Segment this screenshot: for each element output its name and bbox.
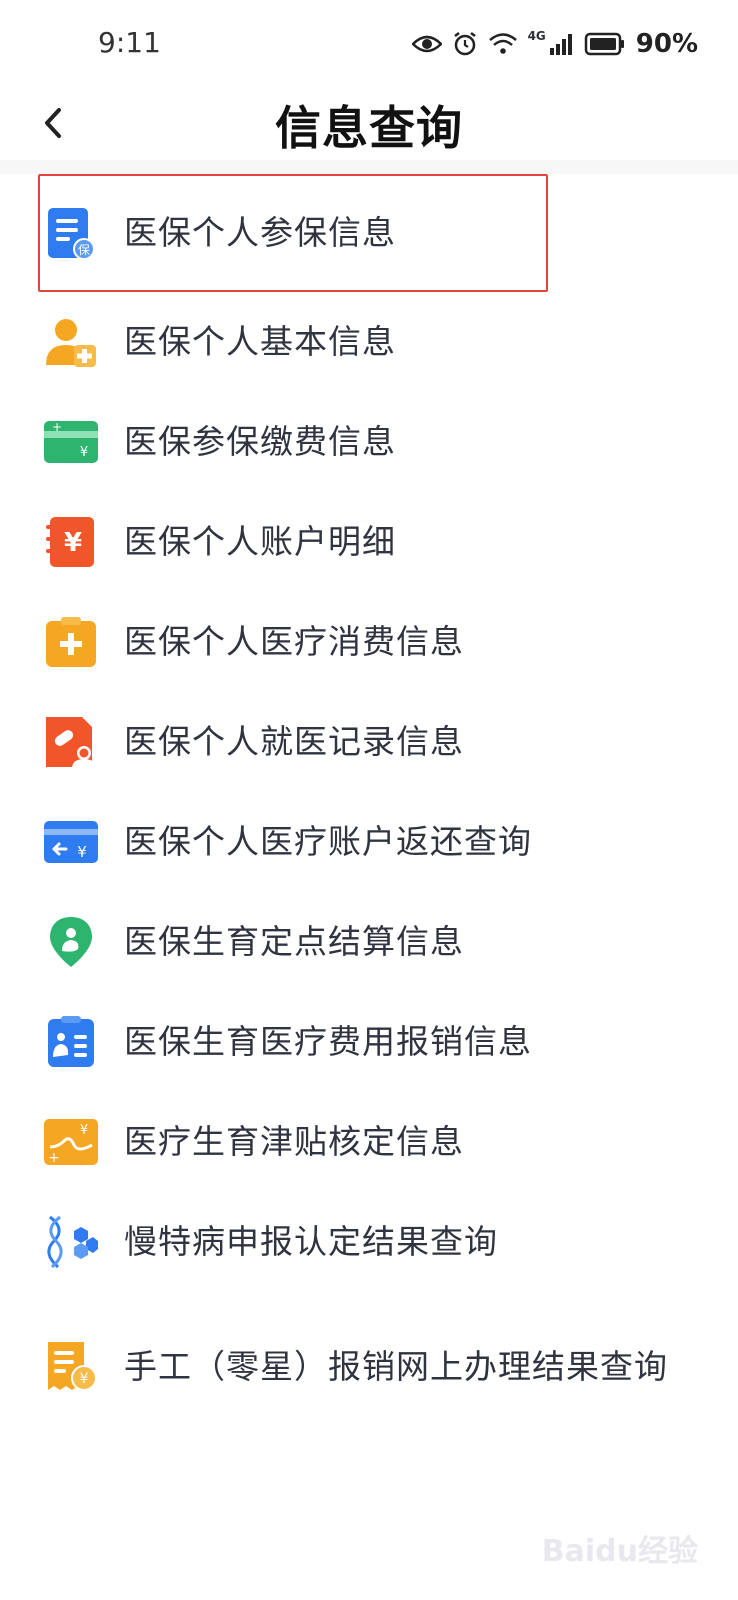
list-item-basic-info[interactable]: 医保个人基本信息 <box>0 292 738 392</box>
status-time: 9:11 <box>98 26 161 59</box>
list-item-maternity-settlement[interactable]: 医保生育定点结算信息 <box>0 892 738 992</box>
item-label: 医疗生育津贴核定信息 <box>124 1122 464 1161</box>
item-label: 医保个人账户明细 <box>124 522 396 561</box>
medical-record-icon <box>46 717 96 769</box>
status-icons: 4G 90% <box>411 24 698 64</box>
maternity-location-icon <box>50 917 92 967</box>
item-label: 医保个人医疗消费信息 <box>124 622 464 661</box>
item-label: 医保生育定点结算信息 <box>124 922 464 961</box>
header: 信息查询 <box>0 88 738 160</box>
network-label: 4G <box>527 29 546 43</box>
receipt-yuan-icon: ¥ <box>48 1342 97 1391</box>
svg-text:¥: ¥ <box>64 528 82 558</box>
list-item-refund-query[interactable]: ¥ 医保个人医疗账户返还查询 <box>0 792 738 892</box>
list-item-manual-reimbursement-query[interactable]: ¥ 手工（零星）报销网上办理结果查询 <box>0 1292 738 1442</box>
svg-text:+: + <box>48 1150 60 1166</box>
list-item-maternity-reimbursement[interactable]: 医保生育医疗费用报销信息 <box>0 992 738 1092</box>
query-list: 保 医保个人参保信息 医保个人基本信息 + ¥ 医保参保缴费信息 ¥ 医保个人账户… <box>0 174 738 1442</box>
refund-card-icon: ¥ <box>44 821 98 863</box>
dna-icon <box>47 1215 98 1269</box>
maternity-clipboard-icon <box>48 1016 94 1067</box>
svg-text:¥: ¥ <box>77 843 87 861</box>
list-item-account-detail[interactable]: ¥ 医保个人账户明细 <box>0 492 738 592</box>
insurance-doc-icon: 保 <box>48 208 95 260</box>
item-label: 医保个人医疗账户返还查询 <box>124 822 532 861</box>
list-item-payment-info[interactable]: + ¥ 医保参保缴费信息 <box>0 392 738 492</box>
svg-text:¥: ¥ <box>80 1123 88 1138</box>
svg-text:¥: ¥ <box>80 445 88 460</box>
list-item-visit-records[interactable]: 医保个人就医记录信息 <box>0 692 738 792</box>
item-label: 医保个人就医记录信息 <box>124 722 464 761</box>
allowance-chart-icon: ¥+ <box>44 1119 98 1166</box>
list-item-medical-consumption[interactable]: 医保个人医疗消费信息 <box>0 592 738 692</box>
payment-card-icon: +¥ <box>44 420 98 463</box>
battery-icon <box>584 32 624 56</box>
item-label: 医保生育医疗费用报销信息 <box>124 1022 532 1061</box>
battery-percent: 90% <box>635 29 698 59</box>
item-label: 慢特病申报认定结果查询 <box>124 1222 498 1261</box>
wifi-icon <box>488 33 517 54</box>
alarm-icon <box>453 32 476 56</box>
watermark: Baidu经验 <box>541 1534 698 1569</box>
user-plus-icon <box>46 319 96 367</box>
status-bar: 9:11 4G 90% <box>0 0 738 88</box>
svg-text:+: + <box>52 420 62 434</box>
list-item-allowance-info[interactable]: ¥ + 医疗生育津贴核定信息 <box>0 1092 738 1192</box>
svg-text:¥: ¥ <box>80 1371 89 1387</box>
list-item-insurance-info[interactable]: 保 医保个人参保信息 <box>0 174 738 292</box>
signal-icon <box>549 34 572 55</box>
item-label: 手工（零星）报销网上办理结果查询 <box>124 1347 668 1386</box>
eye-icon <box>411 35 442 53</box>
list-item-chronic-disease-query[interactable]: 慢特病申报认定结果查询 <box>0 1192 738 1292</box>
item-label: 医保个人基本信息 <box>124 322 396 361</box>
svg-text:保: 保 <box>78 243 90 257</box>
medical-kit-icon <box>46 617 96 667</box>
item-label: 医保个人参保信息 <box>124 213 396 252</box>
item-label: 医保参保缴费信息 <box>124 422 396 461</box>
page-title: 信息查询 <box>275 101 463 155</box>
yuan-ledger-icon: ¥ <box>46 517 94 567</box>
header-divider <box>0 160 738 174</box>
